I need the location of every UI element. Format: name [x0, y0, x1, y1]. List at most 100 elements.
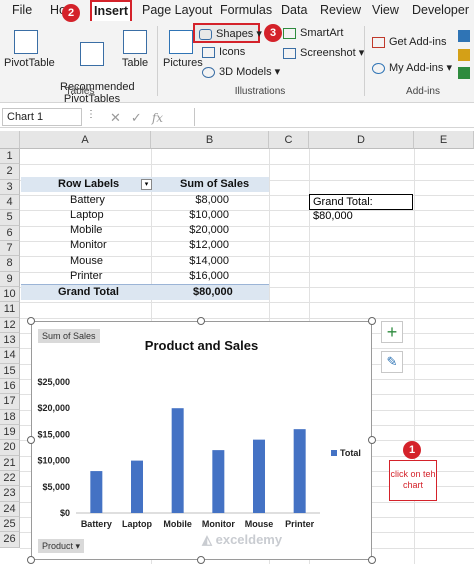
- shapes-label: Shapes: [216, 28, 254, 40]
- smartart-icon: [283, 27, 296, 39]
- tab-formulas[interactable]: Formulas: [220, 3, 272, 17]
- pivottable-button[interactable]: PivotTable: [4, 30, 55, 69]
- row-header-12[interactable]: 12: [0, 317, 20, 333]
- icons-button[interactable]: Icons: [202, 46, 245, 58]
- resize-handle[interactable]: [368, 317, 376, 325]
- tab-review[interactable]: Review: [320, 3, 361, 17]
- column-header-c[interactable]: C: [269, 131, 309, 149]
- shapes-button[interactable]: Shapes ▾: [193, 23, 262, 43]
- resize-handle[interactable]: [27, 556, 35, 564]
- pivot-row-value: $20,000: [189, 224, 229, 237]
- row-header-7[interactable]: 7: [0, 240, 20, 257]
- row-header-20[interactable]: 20: [0, 440, 20, 456]
- row-header-21[interactable]: 21: [0, 455, 20, 471]
- name-box[interactable]: Chart 1: [2, 108, 82, 126]
- grand-total-textbox[interactable]: Grand Total: $80,000: [309, 194, 413, 222]
- legend-label: Total: [340, 448, 361, 458]
- bing-maps-icon[interactable]: [458, 49, 470, 61]
- row-header-1[interactable]: 1: [0, 149, 20, 165]
- column-header-a[interactable]: A: [20, 131, 151, 149]
- y-tick-label: $25,000: [37, 377, 70, 387]
- pivot-chart[interactable]: $0 $5,000 $10,000 $15,000 $20,000 $25,000 Batt…: [31, 321, 372, 560]
- people-graph-icon[interactable]: [458, 67, 470, 79]
- row-header-19[interactable]: 19: [0, 424, 20, 441]
- row-header-23[interactable]: 23: [0, 486, 20, 502]
- row-header-24[interactable]: 24: [0, 501, 20, 517]
- pivot-row-labels-header: Row Labels: [58, 178, 120, 190]
- chevron-down-icon: ▾: [75, 541, 81, 551]
- tab-page-layout[interactable]: Page Layout: [142, 3, 212, 17]
- filter-dropdown-icon[interactable]: ▾: [141, 179, 152, 190]
- name-box-dropdown-icon[interactable]: ⋮: [86, 109, 96, 120]
- tab-data[interactable]: Data: [281, 3, 307, 17]
- step-badge-2: 2: [62, 4, 80, 22]
- row-header-13[interactable]: 13: [0, 332, 20, 349]
- row-header-17[interactable]: 17: [0, 394, 20, 410]
- pivot-row-label: Monitor: [70, 239, 107, 252]
- row-header-18[interactable]: 18: [0, 409, 20, 425]
- get-add-ins-icon: [372, 36, 385, 48]
- column-header-e[interactable]: E: [414, 131, 474, 149]
- table-button[interactable]: Table: [120, 30, 150, 69]
- column-header-d[interactable]: D: [309, 131, 414, 149]
- watermark-logo-icon: ◭: [202, 532, 216, 547]
- resize-handle[interactable]: [368, 556, 376, 564]
- tab-file[interactable]: File: [12, 3, 32, 17]
- smartart-button[interactable]: SmartArt: [283, 27, 343, 39]
- pivot-row-value: $14,000: [189, 254, 229, 267]
- row-header-25[interactable]: 25: [0, 516, 20, 533]
- select-all-corner[interactable]: [0, 131, 20, 149]
- visio-icon[interactable]: [458, 30, 470, 42]
- row-header-10[interactable]: 10: [0, 286, 20, 303]
- 3d-models-button[interactable]: 3D Models ▾: [202, 65, 280, 78]
- resize-handle[interactable]: [27, 317, 35, 325]
- my-add-ins-button[interactable]: My Add-ins ▾: [372, 61, 452, 74]
- row-header-9[interactable]: 9: [0, 271, 20, 287]
- chart-styles-button[interactable]: ✎: [381, 351, 403, 373]
- get-add-ins-button[interactable]: Get Add-ins: [372, 36, 446, 48]
- enter-icon[interactable]: ✓: [131, 110, 152, 125]
- resize-handle[interactable]: [197, 317, 205, 325]
- pictures-label: Pictures: [163, 57, 203, 69]
- table-label: Table: [121, 57, 149, 69]
- row-header-22[interactable]: 22: [0, 470, 20, 487]
- axis-field-label: Product: [42, 541, 74, 551]
- column-header-b[interactable]: B: [151, 131, 269, 149]
- row-gridline: [20, 302, 474, 304]
- bar-printer: [293, 429, 306, 513]
- resize-handle[interactable]: [368, 436, 376, 444]
- row-header-15[interactable]: 15: [0, 363, 20, 379]
- row-header-26[interactable]: 26: [0, 532, 20, 548]
- row-header-3[interactable]: 3: [0, 179, 20, 195]
- row-header-16[interactable]: 16: [0, 378, 20, 395]
- row-header-11[interactable]: 11: [0, 302, 20, 318]
- axis-field-button[interactable]: Product ▾: [38, 539, 85, 553]
- x-tick-label: Mobile: [163, 519, 192, 529]
- pivot-value-header: Sum of Sales: [180, 178, 250, 190]
- tab-view[interactable]: View: [372, 3, 399, 17]
- bar-monitor: [212, 450, 225, 513]
- pivot-row-value: $10,000: [189, 208, 229, 221]
- row-header-2[interactable]: 2: [0, 164, 20, 180]
- my-add-ins-icon: [372, 62, 385, 74]
- row-header-8[interactable]: 8: [0, 256, 20, 272]
- cancel-icon[interactable]: ✕: [110, 110, 131, 125]
- chart-elements-button[interactable]: +: [381, 321, 403, 343]
- pivot-row-label: Mobile: [70, 224, 103, 237]
- resize-handle[interactable]: [27, 436, 35, 444]
- insert-function-button[interactable]: fx: [152, 111, 163, 125]
- row-header-4[interactable]: 4: [0, 194, 20, 211]
- y-tick-label: $10,000: [37, 456, 70, 466]
- formula-bar-buttons: ✕✓fx: [110, 110, 163, 126]
- tab-developer[interactable]: Developer: [412, 3, 469, 17]
- row-header-14[interactable]: 14: [0, 348, 20, 364]
- tab-insert[interactable]: Insert: [90, 0, 132, 21]
- screenshot-button[interactable]: Screenshot ▾: [283, 46, 364, 59]
- pivot-row-label: Battery: [70, 193, 105, 206]
- resize-handle[interactable]: [197, 556, 205, 564]
- row-gridline: [20, 164, 474, 166]
- y-tick-label: $20,000: [37, 403, 70, 413]
- row-header-5[interactable]: 5: [0, 210, 20, 226]
- row-header-6[interactable]: 6: [0, 225, 20, 241]
- formula-input[interactable]: [194, 108, 472, 126]
